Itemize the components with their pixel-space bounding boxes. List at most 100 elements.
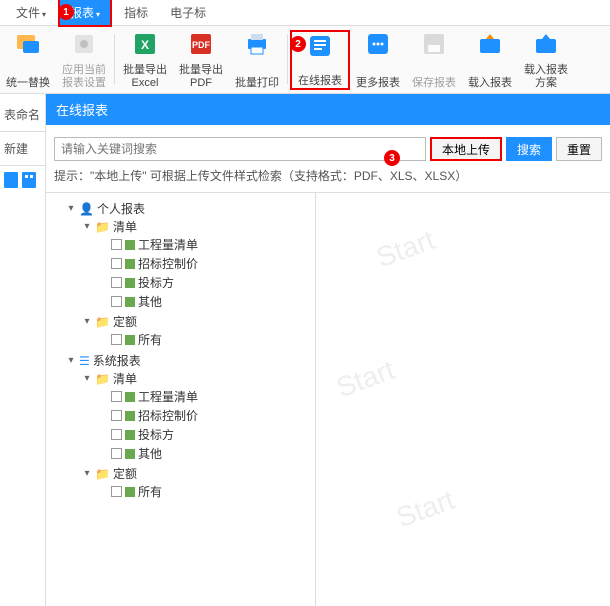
checkbox[interactable] <box>111 429 122 440</box>
tree-label: 工程量清单 <box>138 236 198 253</box>
menu-bar: 文件▾ 报表▾ 指标 电子标 <box>0 0 610 26</box>
menu-etag[interactable]: 电子标 <box>160 0 216 25</box>
tree-leaf[interactable]: 投标方 <box>98 274 311 291</box>
search-row: 本地上传 搜索 重置 <box>46 125 610 167</box>
menu-indicator[interactable]: 指标 <box>114 0 158 25</box>
callout-badge-2: 2 <box>290 36 306 52</box>
building-icon[interactable] <box>22 172 36 188</box>
tree-node-list[interactable]: ▾📁清单 <box>82 218 311 235</box>
online-report-icon <box>306 32 334 60</box>
tree-label: 定额 <box>113 313 137 330</box>
divider <box>0 165 45 166</box>
tool-batch-excel[interactable]: X 批量导出 Excel <box>117 30 173 90</box>
divider <box>0 131 45 132</box>
tool-more-report[interactable]: 更多报表 <box>350 30 406 90</box>
svg-text:X: X <box>141 38 149 52</box>
tree-leaf[interactable]: 所有 <box>98 331 311 348</box>
body-split: ▾👤个人报表 ▾📁清单 工程量清单 招标控制价 投标方 其他 <box>46 192 610 606</box>
tree-node-system[interactable]: ▾☰系统报表 <box>66 352 311 369</box>
checkbox[interactable] <box>111 258 122 269</box>
tree-leaf[interactable]: 投标方 <box>98 426 311 443</box>
expander-icon[interactable]: ▾ <box>82 373 92 384</box>
apply-icon <box>70 30 98 58</box>
tree-node-quota[interactable]: ▾📁定额 <box>82 313 311 330</box>
ribbon-toolbar: 统一替换 应用当前 报表设置 X 批量导出 Excel PDF 批量导出 PDF… <box>0 26 610 94</box>
stack-icon: ☰ <box>79 354 90 368</box>
tool-batch-print[interactable]: 批量打印 <box>229 30 285 90</box>
tool-apply-current[interactable]: 应用当前 报表设置 <box>56 30 112 90</box>
folder-icon: 📁 <box>95 220 110 234</box>
tool-save-report[interactable]: 保存报表 <box>406 30 462 90</box>
leaf-icon <box>125 449 135 459</box>
checkbox[interactable] <box>111 239 122 250</box>
leaf-icon <box>125 430 135 440</box>
tree-label: 招标控制价 <box>138 255 198 272</box>
doc-icon[interactable] <box>4 172 18 188</box>
checkbox[interactable] <box>111 296 122 307</box>
person-icon: 👤 <box>79 202 94 216</box>
leaf-icon <box>125 259 135 269</box>
tree-node-personal[interactable]: ▾👤个人报表 <box>66 200 311 217</box>
tree-leaf[interactable]: 其他 <box>98 293 311 310</box>
svg-text:PDF: PDF <box>192 40 211 50</box>
tree-label: 清单 <box>113 370 137 387</box>
search-button[interactable]: 搜索 <box>506 137 552 161</box>
preview-panel: Start Start Start <box>316 193 610 606</box>
callout-badge-1: 1 <box>58 4 74 20</box>
checkbox[interactable] <box>111 410 122 421</box>
tool-load-scheme[interactable]: 载入报表 方案 <box>518 30 574 90</box>
reset-button[interactable]: 重置 <box>556 137 602 161</box>
tree-leaf[interactable]: 其他 <box>98 445 311 462</box>
checkbox[interactable] <box>111 277 122 288</box>
main-area: 表命名 新建 在线报表 本地上传 搜索 重置 提示："本地上传" 可根据上传文件… <box>0 94 610 606</box>
checkbox[interactable] <box>111 334 122 345</box>
expander-icon[interactable]: ▾ <box>66 203 76 214</box>
local-upload-button[interactable]: 本地上传 <box>430 137 502 161</box>
leaf-icon <box>125 392 135 402</box>
tree-leaf[interactable]: 工程量清单 <box>98 236 311 253</box>
hint-text: 提示："本地上传" 可根据上传文件样式检索（支持格式：PDF、XLS、XLSX） <box>46 167 610 192</box>
tree-leaf[interactable]: 工程量清单 <box>98 388 311 405</box>
tree-label: 个人报表 <box>97 200 145 217</box>
tool-load-report[interactable]: 载入报表 <box>462 30 518 90</box>
leaf-icon <box>125 240 135 250</box>
tree-leaf[interactable]: 所有 <box>98 483 311 500</box>
leaf-icon <box>125 487 135 497</box>
load-icon <box>476 30 504 58</box>
tree-node-quota[interactable]: ▾📁定额 <box>82 465 311 482</box>
tree-label: 投标方 <box>138 426 174 443</box>
tree-node-list[interactable]: ▾📁清单 <box>82 370 311 387</box>
checkbox[interactable] <box>111 486 122 497</box>
folder-icon: 📁 <box>95 372 110 386</box>
tree-leaf[interactable]: 招标控制价 <box>98 407 311 424</box>
tool-label: 批量导出 Excel <box>123 64 167 90</box>
sidebar-icons <box>0 168 45 192</box>
pdf-icon: PDF <box>187 30 215 58</box>
tool-label: 批量导出 PDF <box>179 64 223 90</box>
folder-icon: 📁 <box>95 315 110 329</box>
search-input[interactable] <box>54 137 426 161</box>
sidebar-rename[interactable]: 表命名 <box>0 100 45 129</box>
tool-label: 更多报表 <box>356 77 400 90</box>
watermark: Start <box>372 224 439 274</box>
tool-batch-pdf[interactable]: PDF 批量导出 PDF <box>173 30 229 90</box>
sidebar-new[interactable]: 新建 <box>0 134 45 163</box>
excel-icon: X <box>131 30 159 58</box>
expander-icon[interactable]: ▾ <box>82 221 92 232</box>
expander-icon[interactable]: ▾ <box>82 468 92 479</box>
expander-icon[interactable]: ▾ <box>66 355 76 366</box>
checkbox[interactable] <box>111 391 122 402</box>
checkbox[interactable] <box>111 448 122 459</box>
save-icon <box>420 30 448 58</box>
menu-file-label: 文件 <box>16 6 40 20</box>
expander-icon[interactable]: ▾ <box>82 316 92 327</box>
chevron-down-icon: ▾ <box>96 10 100 19</box>
tool-label: 批量打印 <box>235 77 279 90</box>
watermark: Start <box>392 484 459 534</box>
tool-label: 载入报表 方案 <box>524 64 568 90</box>
watermark: Start <box>332 354 399 404</box>
tool-unify-replace[interactable]: 统一替换 <box>0 30 56 90</box>
replace-icon <box>14 30 42 58</box>
menu-file[interactable]: 文件▾ <box>6 0 56 25</box>
tree-leaf[interactable]: 招标控制价 <box>98 255 311 272</box>
